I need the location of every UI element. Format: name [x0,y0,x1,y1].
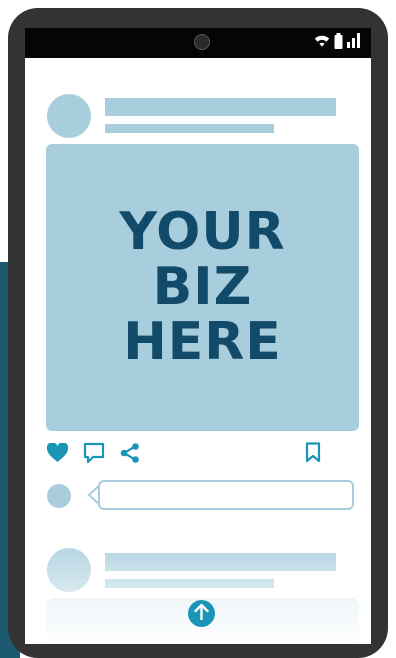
front-camera [194,34,210,50]
signal-icon [347,33,361,53]
scroll-to-top-button[interactable] [188,600,215,627]
wifi-icon [314,34,330,52]
status-icons [314,32,361,54]
phone-screen: YOUR BIZ HERE [25,28,371,644]
post-author-name-placeholder [105,98,336,116]
post-author-avatar [47,94,91,138]
commenter-avatar [47,484,71,508]
arrow-up-icon [194,603,209,625]
share-button[interactable] [118,442,142,469]
post-image[interactable]: YOUR BIZ HERE [46,144,359,431]
heart-icon [46,441,69,468]
comment-button[interactable] [82,442,106,469]
comment-input[interactable] [98,480,354,510]
bookmark-button[interactable] [301,442,325,468]
status-bar [25,28,371,58]
post-image-text: YOUR BIZ HERE [119,202,286,372]
comment-icon [83,442,105,469]
bookmark-icon [305,442,321,468]
battery-icon [334,32,343,54]
share-icon [119,442,141,469]
next-post-avatar [47,548,91,592]
next-post-name-placeholder [105,553,336,571]
next-post-meta-placeholder [105,579,274,588]
post-meta-placeholder [105,124,274,133]
phone-frame: YOUR BIZ HERE [8,8,388,658]
like-button[interactable] [45,441,69,468]
